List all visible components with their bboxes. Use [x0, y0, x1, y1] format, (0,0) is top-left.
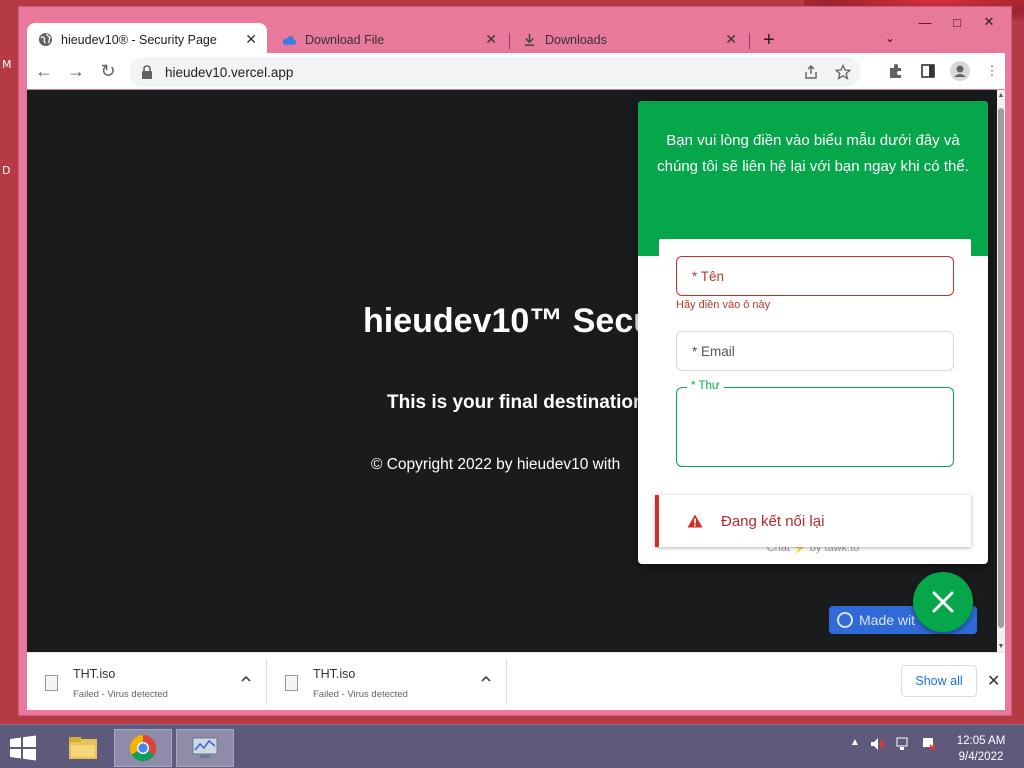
- lock-icon: [142, 65, 152, 79]
- profile-avatar-icon[interactable]: [947, 58, 973, 84]
- name-field[interactable]: * Tên: [676, 256, 954, 296]
- chat-header: Bạn vui lòng điền vào biểu mẫu dưới đây …: [638, 101, 988, 256]
- page-scrollbar[interactable]: ▲ ▼: [997, 90, 1005, 652]
- system-tray: ▲: [850, 737, 936, 754]
- close-icon[interactable]: ✕: [987, 671, 1000, 691]
- desktop-icon-label: M: [2, 58, 12, 71]
- contact-form: * Tên Hãy điền vào ô này * Email * Thư: [659, 239, 971, 509]
- close-icon[interactable]: ✕: [725, 31, 737, 48]
- clock-time: 12:05 AM: [956, 735, 1006, 747]
- network-icon[interactable]: [896, 737, 912, 754]
- tab-separator: [509, 33, 510, 49]
- file-icon: [45, 675, 58, 691]
- monitor-icon: [192, 737, 218, 758]
- folder-icon: [69, 737, 97, 759]
- badge-logo-icon: [837, 612, 853, 628]
- cloud-icon: [281, 32, 297, 48]
- name-placeholder: * Tên: [692, 268, 725, 284]
- url-text: hieudev10.vercel.app: [165, 64, 294, 80]
- scroll-up-icon[interactable]: ▲: [997, 92, 1005, 99]
- tab-separator: [749, 33, 750, 49]
- forward-icon[interactable]: →: [61, 56, 91, 86]
- new-tab-icon[interactable]: +: [763, 29, 775, 52]
- taskbar: ▲ 12:05 AM 9/4/2022: [0, 724, 1024, 768]
- download-status: Failed - Virus detected: [313, 689, 408, 700]
- close-icon[interactable]: ✕: [245, 31, 257, 48]
- globe-icon: [37, 32, 53, 48]
- chrome-icon: [129, 734, 157, 762]
- back-icon[interactable]: ←: [29, 56, 59, 86]
- close-icon: [932, 591, 954, 613]
- taskbar-clock[interactable]: 12:05 AM 9/4/2022: [946, 733, 1016, 765]
- file-explorer-button[interactable]: [54, 729, 112, 767]
- star-icon[interactable]: [835, 64, 851, 80]
- chevron-up-icon[interactable]: [240, 673, 252, 685]
- made-with-label: Made wit: [859, 612, 916, 628]
- close-icon[interactable]: ✕: [485, 31, 497, 48]
- chat-widget: Bạn vui lòng điền vào biểu mẫu dưới đây …: [638, 101, 988, 564]
- chrome-taskbar-button[interactable]: [114, 729, 172, 767]
- menu-icon[interactable]: ⋮: [979, 58, 1005, 84]
- reconnecting-text: Đang kết nối lại: [721, 512, 825, 530]
- volume-muted-icon[interactable]: [870, 737, 886, 754]
- email-placeholder: * Email: [692, 343, 735, 359]
- tab-title: Downloads: [545, 32, 607, 47]
- tab-strip: hieudev10® - Security Page ✕ Download Fi…: [27, 19, 1005, 56]
- download-icon: [521, 32, 537, 48]
- download-item[interactable]: THT.iso Failed - Virus detected: [31, 659, 267, 705]
- download-filename: THT.iso: [313, 667, 356, 681]
- scroll-down-icon[interactable]: ▼: [997, 643, 1005, 650]
- chat-close-button[interactable]: [913, 572, 973, 632]
- clock-date: 9/4/2022: [958, 751, 1004, 763]
- task-manager-button[interactable]: [176, 729, 234, 767]
- tray-expand-icon[interactable]: ▲: [850, 737, 860, 754]
- chevron-down-icon[interactable]: ⌄: [885, 31, 895, 45]
- message-field[interactable]: * Thư: [676, 380, 954, 467]
- tab-security-page[interactable]: hieudev10® - Security Page ✕: [27, 23, 267, 56]
- tab-downloads[interactable]: Downloads ✕: [511, 23, 747, 56]
- side-panel-icon[interactable]: [915, 58, 941, 84]
- reconnecting-banner: Đang kết nối lại: [655, 495, 971, 547]
- tab-download-file[interactable]: Download File ✕: [271, 23, 507, 56]
- chevron-up-icon[interactable]: [480, 673, 492, 685]
- tab-title: Download File: [305, 32, 385, 47]
- name-error-message: Hãy điền vào ô này: [676, 299, 771, 311]
- page-subtitle: This is your final destination :): [387, 392, 663, 413]
- desktop-icon-label: D: [2, 164, 11, 177]
- file-icon: [285, 675, 298, 691]
- copyright-text: © Copyright 2022 by hieudev10 with: [371, 456, 621, 473]
- download-status: Failed - Virus detected: [73, 689, 168, 700]
- browser-toolbar: ← → ↻ hieudev10.vercel.app ⋮: [27, 53, 1005, 89]
- start-windows-icon[interactable]: [8, 735, 38, 761]
- browser-window: — □ ✕ hieudev10® - Security Page ✕ Downl…: [18, 6, 1012, 716]
- reload-icon[interactable]: ↻: [93, 56, 123, 86]
- download-item[interactable]: THT.iso Failed - Virus detected: [271, 659, 507, 705]
- tab-title: hieudev10® - Security Page: [61, 32, 217, 47]
- message-label: * Thư: [687, 380, 724, 392]
- download-shelf: THT.iso Failed - Virus detected THT.iso …: [27, 652, 1005, 710]
- show-all-button[interactable]: Show all: [901, 665, 977, 697]
- web-page: hieudev10™ Securit This is your final de…: [27, 90, 997, 652]
- scrollbar-thumb[interactable]: [998, 108, 1004, 628]
- share-icon[interactable]: [803, 64, 819, 80]
- address-bar[interactable]: hieudev10.vercel.app: [129, 57, 861, 87]
- extensions-icon[interactable]: [883, 58, 909, 84]
- download-filename: THT.iso: [73, 667, 116, 681]
- action-center-icon[interactable]: [922, 737, 936, 754]
- email-field[interactable]: * Email: [676, 331, 954, 371]
- warning-icon: [687, 514, 703, 528]
